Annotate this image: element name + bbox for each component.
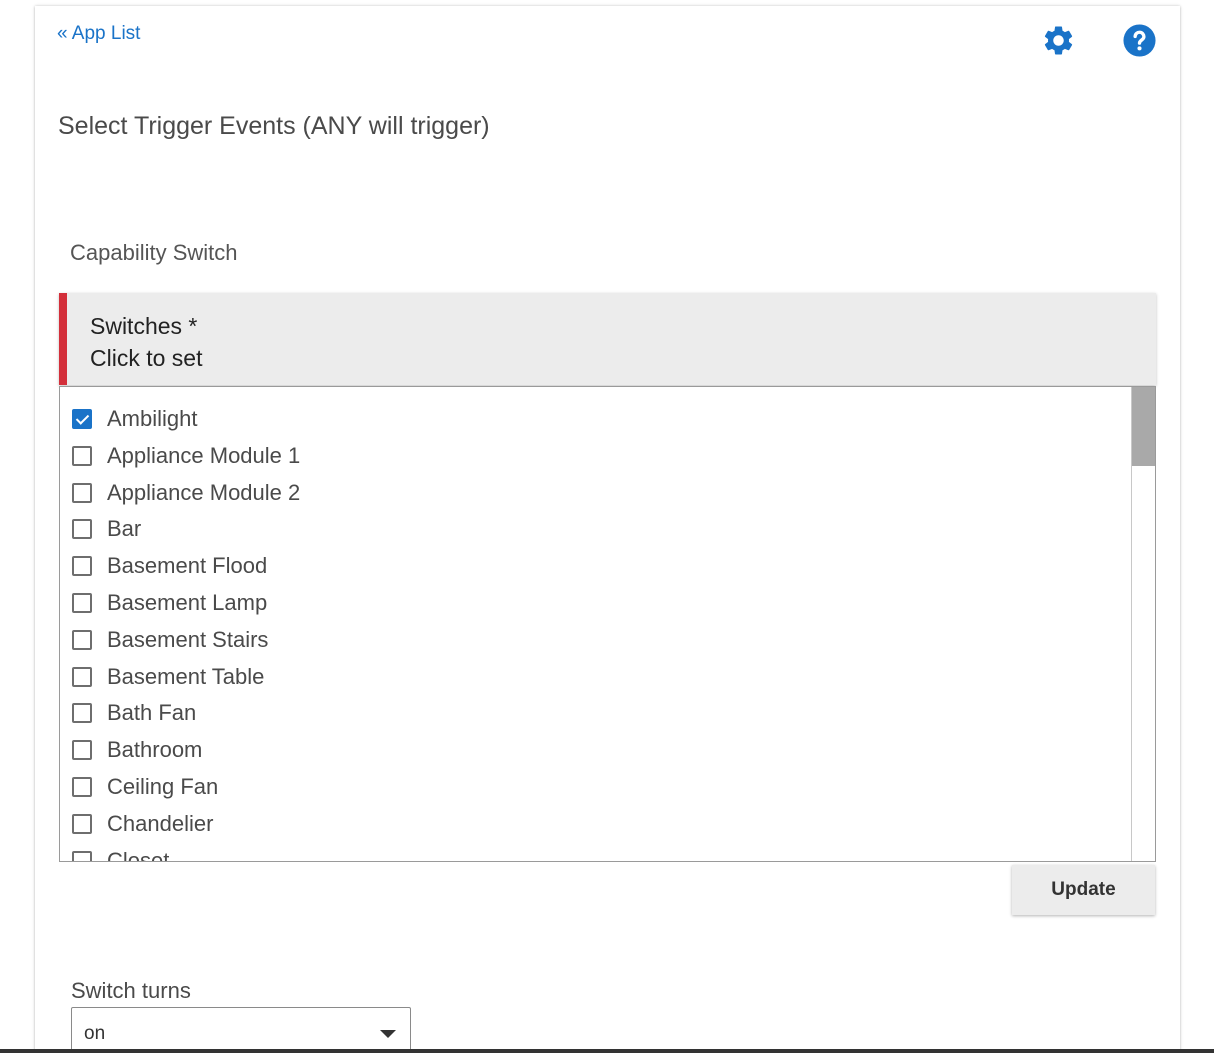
switches-title: Switches * <box>90 313 198 339</box>
help-icon[interactable] <box>1122 23 1157 58</box>
list-item[interactable]: Basement Flood <box>72 551 267 581</box>
list-item[interactable]: Appliance Module 1 <box>72 441 300 471</box>
list-item[interactable]: Ceiling Fan <box>72 772 218 802</box>
list-item-label: Appliance Module 2 <box>107 480 301 505</box>
list-item[interactable]: Appliance Module 2 <box>72 478 300 508</box>
app-card: « App List Select Trigger Events (ANY wi… <box>35 6 1180 1053</box>
list-item[interactable]: Bath Fan <box>72 698 196 728</box>
chevron-down-icon <box>380 1030 396 1038</box>
list-item[interactable]: Chandelier <box>72 809 213 839</box>
checkbox[interactable] <box>72 667 92 687</box>
checkbox[interactable] <box>72 630 92 650</box>
list-item-label: Bar <box>107 516 142 541</box>
list-item-label: Basement Stairs <box>107 627 269 652</box>
switch-list-items: Ambilight Appliance Module 1 Appliance Mod… <box>60 387 1130 862</box>
checkbox[interactable] <box>72 814 92 834</box>
checkbox[interactable] <box>72 593 92 613</box>
switch-turns-value: on <box>84 1023 106 1044</box>
list-item-label: Chandelier <box>107 811 214 836</box>
capability-label: Capability Switch <box>70 240 238 265</box>
list-item[interactable]: Basement Stairs <box>72 625 268 655</box>
switch-turns-select[interactable]: on <box>71 1007 411 1053</box>
checkbox[interactable] <box>72 446 92 466</box>
checkbox[interactable] <box>72 740 92 760</box>
list-item-label: Ambilight <box>107 406 198 431</box>
list-item-label: Appliance Module 1 <box>107 443 301 468</box>
list-item[interactable]: Closet <box>72 846 170 862</box>
checkbox[interactable] <box>72 556 92 576</box>
list-item-label: Basement Table <box>107 664 265 689</box>
checkbox[interactable] <box>72 851 92 861</box>
list-item-label: Bath Fan <box>107 700 197 725</box>
checkbox[interactable] <box>72 703 92 723</box>
list-item[interactable]: Basement Table <box>72 662 264 692</box>
checkbox-checked[interactable] <box>72 409 92 429</box>
bottom-divider <box>0 1049 1214 1053</box>
checkbox[interactable] <box>72 777 92 797</box>
scrollbar-thumb[interactable] <box>1132 387 1155 466</box>
page: « App List Select Trigger Events (ANY wi… <box>0 0 1214 1053</box>
list-item-label: Bathroom <box>107 737 203 762</box>
scrollbar[interactable] <box>1131 387 1155 861</box>
switches-subtitle: Click to set <box>90 345 203 371</box>
checkbox[interactable] <box>72 519 92 539</box>
list-item-label: Closet <box>107 848 170 862</box>
list-item-label: Ceiling Fan <box>107 774 219 799</box>
gear-icon[interactable] <box>1041 23 1076 58</box>
list-item-label: Basement Lamp <box>107 590 268 615</box>
list-item[interactable]: Basement Lamp <box>72 588 267 618</box>
list-item-label: Basement Flood <box>107 553 268 578</box>
switches-selector[interactable]: Switches * Click to set <box>59 293 1156 385</box>
switch-turns-label: Switch turns <box>71 978 191 1003</box>
list-item[interactable]: Ambilight <box>72 404 197 434</box>
checkbox[interactable] <box>72 483 92 503</box>
update-button[interactable]: Update <box>1012 865 1155 915</box>
list-item[interactable]: Bathroom <box>72 735 202 765</box>
page-title: Select Trigger Events (ANY will trigger) <box>58 112 490 140</box>
list-item[interactable]: Bar <box>72 514 141 544</box>
switch-list: Ambilight Appliance Module 1 Appliance Mod… <box>59 386 1156 862</box>
app-list-link[interactable]: « App List <box>57 23 140 45</box>
